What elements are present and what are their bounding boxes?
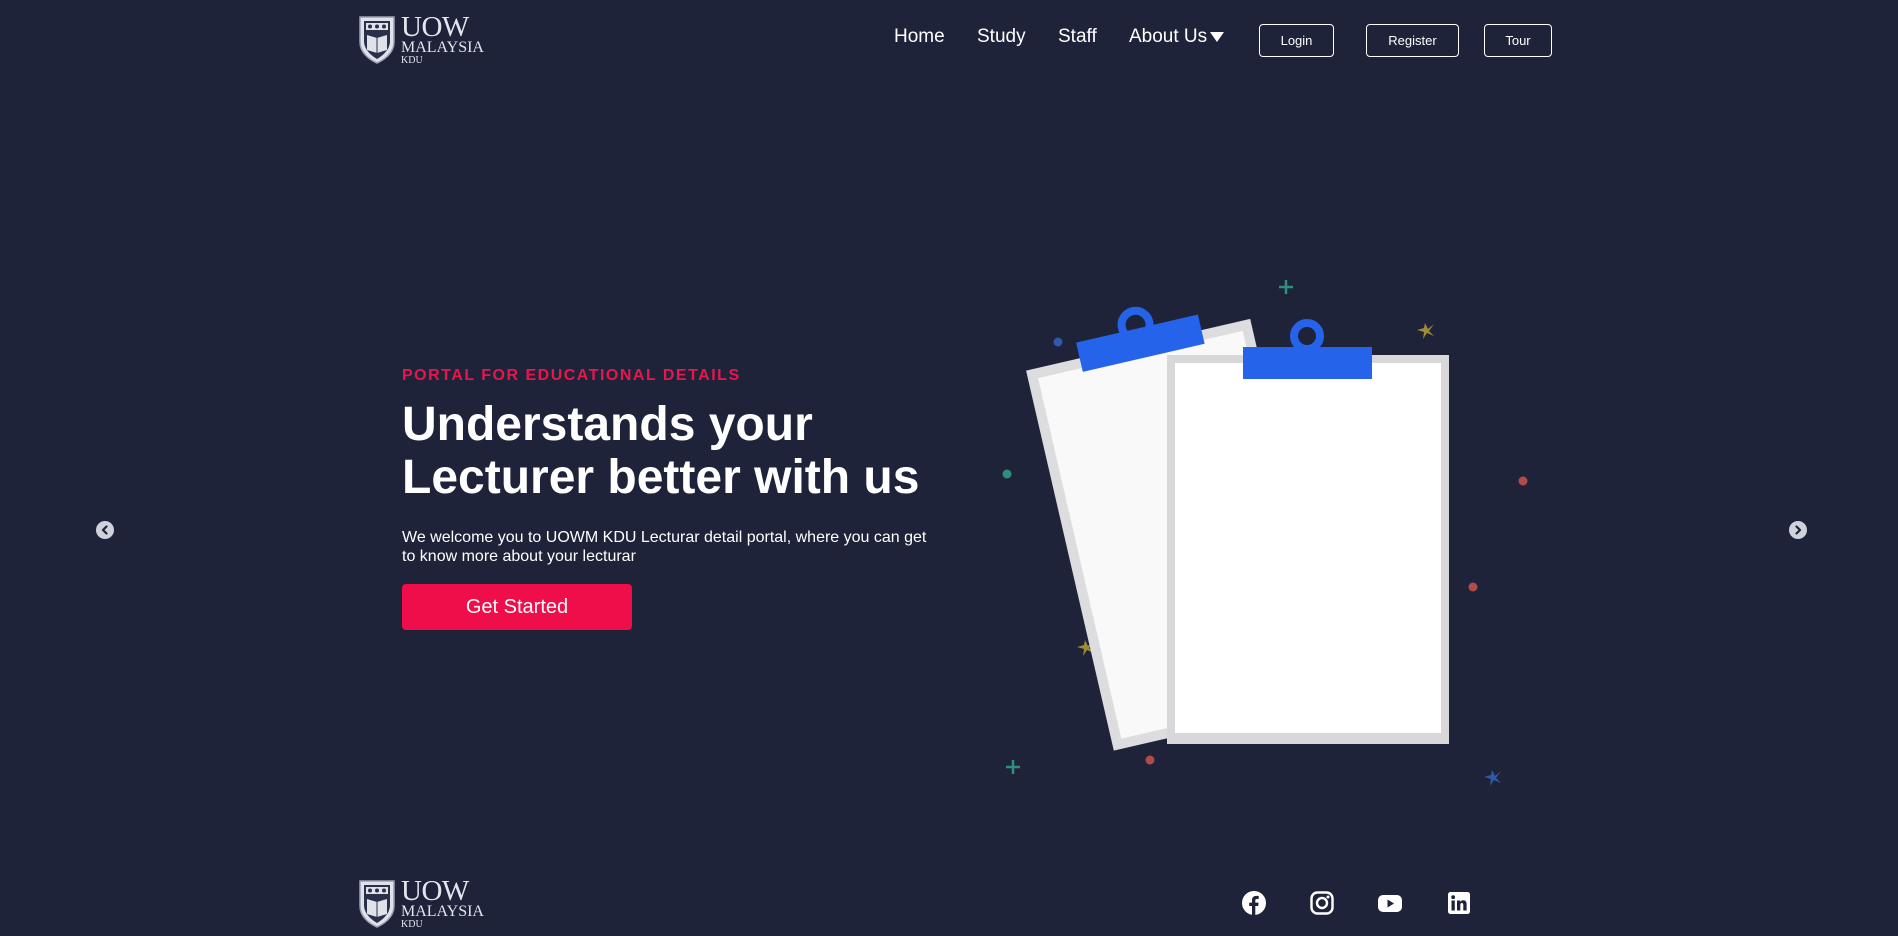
facebook-icon[interactable] bbox=[1241, 890, 1267, 916]
chevron-left-icon bbox=[101, 525, 108, 535]
chevron-right-icon bbox=[1795, 525, 1802, 535]
footer-logo-text-uow: UOW bbox=[401, 875, 469, 907]
carousel-prev-button[interactable] bbox=[96, 521, 114, 539]
clipboards-illustration bbox=[1002, 280, 1528, 786]
nav-staff[interactable]: Staff bbox=[1058, 26, 1097, 48]
login-button[interactable]: Login bbox=[1259, 24, 1334, 57]
nav-home[interactable]: Home bbox=[894, 26, 945, 48]
hero-description: We welcome you to UOWM KDU Lecturar deta… bbox=[402, 529, 927, 565]
site-logo[interactable]: UOW MALAYSIA KDU bbox=[357, 11, 484, 66]
site-header: UOW MALAYSIA KDU Home Study Staff About … bbox=[0, 0, 1898, 80]
get-started-button[interactable]: Get Started bbox=[402, 584, 632, 630]
caret-down-icon bbox=[1210, 32, 1225, 42]
linkedin-icon[interactable] bbox=[1446, 890, 1472, 916]
footer-logo-text-malaysia: MALAYSIA bbox=[401, 903, 484, 920]
nav-about-us-label: About Us bbox=[1129, 26, 1208, 47]
front-clipboard bbox=[1167, 319, 1449, 744]
carousel-next-button[interactable] bbox=[1789, 521, 1807, 539]
nav-study[interactable]: Study bbox=[977, 26, 1026, 48]
logo-text-malaysia: MALAYSIA bbox=[401, 39, 484, 56]
shield-crest-icon bbox=[359, 16, 395, 64]
footer-logo-text-kdu: KDU bbox=[401, 919, 423, 930]
instagram-icon[interactable] bbox=[1309, 890, 1335, 916]
hero-headline: Understands your Lecturer better with us bbox=[402, 398, 920, 504]
youtube-icon[interactable] bbox=[1377, 890, 1403, 916]
logo-text-uow: UOW bbox=[401, 11, 469, 43]
footer-logo[interactable]: UOW MALAYSIA KDU bbox=[357, 875, 484, 930]
tour-button[interactable]: Tour bbox=[1484, 24, 1552, 57]
register-button[interactable]: Register bbox=[1366, 24, 1459, 57]
logo-text-kdu: KDU bbox=[401, 55, 423, 66]
nav-about-us[interactable]: About Us bbox=[1129, 26, 1225, 48]
shield-crest-icon bbox=[359, 880, 395, 928]
hero-eyebrow: PORTAL FOR EDUCATIONAL DETAILS bbox=[402, 367, 741, 384]
